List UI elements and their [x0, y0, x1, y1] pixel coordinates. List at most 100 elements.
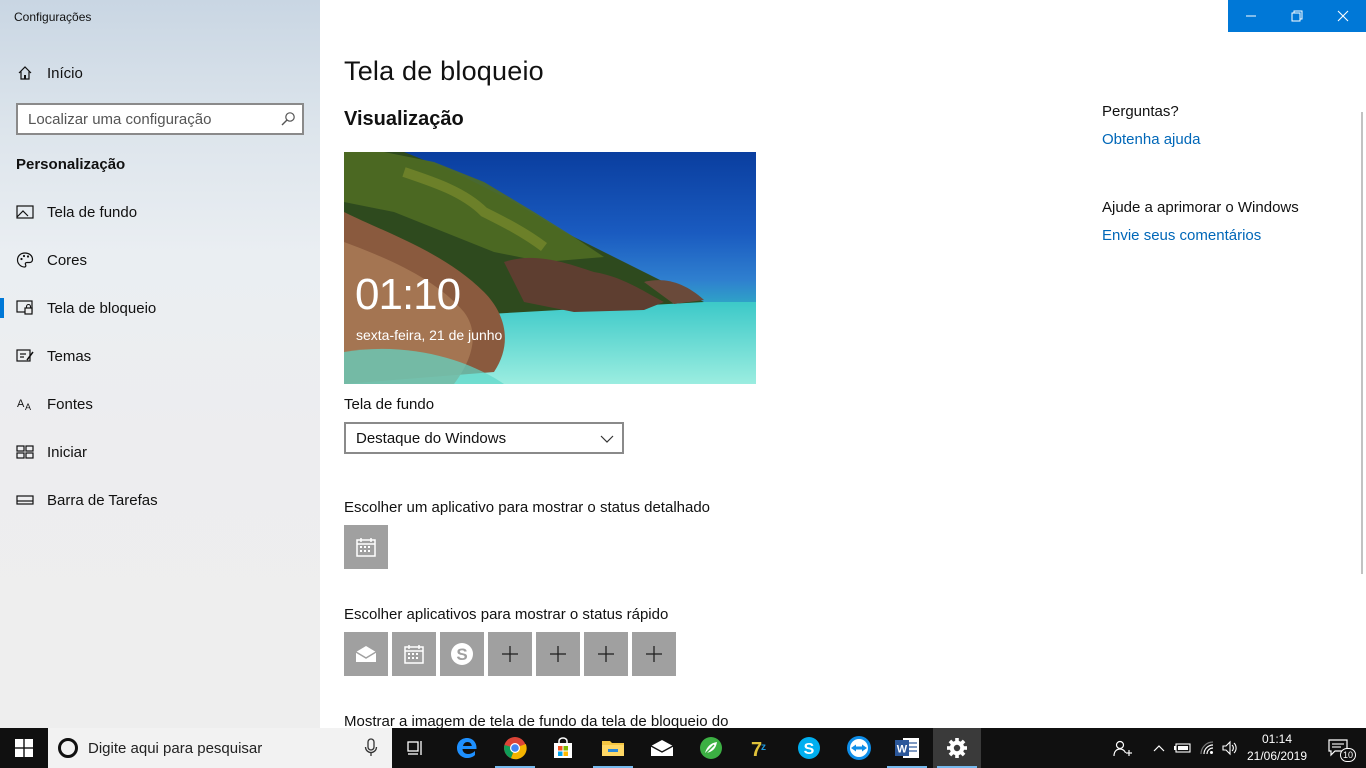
- minimize-button[interactable]: [1228, 0, 1274, 32]
- quick-status-add-button-2[interactable]: [536, 632, 580, 676]
- vertical-scrollbar[interactable]: [1361, 112, 1363, 574]
- background-label: Tela de fundo: [344, 396, 435, 413]
- svg-text:W: W: [897, 744, 908, 756]
- quick-status-skype-button[interactable]: S: [440, 632, 484, 676]
- taskbar-settings-button[interactable]: [933, 728, 981, 768]
- action-center-button[interactable]: 10: [1318, 728, 1358, 768]
- home-nav-item[interactable]: Início: [0, 58, 320, 88]
- show-hidden-icons-button[interactable]: [1148, 728, 1170, 768]
- taskbar-skype-button[interactable]: S: [785, 728, 833, 768]
- task-view-button[interactable]: [392, 728, 440, 768]
- settings-search-box[interactable]: [16, 103, 304, 135]
- speaker-icon: [1222, 740, 1237, 756]
- sidebar-item-background[interactable]: Tela de fundo: [0, 192, 320, 232]
- taskbar-mail-button[interactable]: [638, 728, 686, 768]
- taskbar-file-explorer-button[interactable]: [589, 728, 637, 768]
- picture-icon: [16, 203, 34, 221]
- sidebar-item-label: Iniciar: [47, 443, 88, 461]
- settings-search-input[interactable]: [18, 105, 276, 133]
- sidebar-item-colors[interactable]: Cores: [0, 240, 320, 280]
- restore-button[interactable]: [1274, 0, 1320, 32]
- quick-status-calendar-button[interactable]: [392, 632, 436, 676]
- zip-archive-icon: 7z: [751, 739, 766, 760]
- svg-text:A: A: [17, 398, 25, 410]
- home-icon: [16, 64, 34, 82]
- store-bag-icon: [554, 737, 572, 758]
- sidebar-item-label: Tela de bloqueio: [47, 299, 157, 317]
- detailed-status-app-button[interactable]: [344, 525, 388, 569]
- sidebar-item-lock-screen[interactable]: Tela de bloqueio: [0, 288, 320, 328]
- send-feedback-link[interactable]: Envie seus comentários: [1102, 227, 1261, 244]
- preview-clock-time: 01:10: [355, 270, 461, 319]
- quick-status-label: Escolher aplicativos para mostrar o stat…: [344, 606, 669, 623]
- taskbar-7zip-button[interactable]: 7z: [736, 728, 784, 768]
- background-dropdown[interactable]: Destaque do Windows: [344, 422, 624, 454]
- windows-logo-icon: [15, 739, 33, 757]
- palette-icon: [16, 251, 34, 269]
- preview-heading: Visualização: [344, 108, 464, 130]
- folder-icon: [602, 741, 624, 756]
- quick-status-add-button-1[interactable]: [488, 632, 532, 676]
- network-button[interactable]: [1196, 728, 1220, 768]
- preview-clock-date: sexta-feira, 21 de junho: [356, 327, 503, 343]
- volume-button[interactable]: [1218, 728, 1242, 768]
- taskbar-chrome-button[interactable]: [491, 728, 539, 768]
- quick-status-mail-button[interactable]: [344, 632, 388, 676]
- task-view-icon: [407, 741, 422, 755]
- quick-status-add-button-4[interactable]: [632, 632, 676, 676]
- skype-icon: S: [451, 643, 473, 665]
- chevron-up-icon: [1153, 745, 1165, 752]
- minimize-icon: [1246, 15, 1256, 17]
- search-icon[interactable]: [280, 111, 296, 127]
- battery-button[interactable]: [1170, 728, 1194, 768]
- taskbar-word-button[interactable]: W: [883, 728, 931, 768]
- sidebar-item-themes[interactable]: Temas: [0, 336, 320, 376]
- cortana-icon: [58, 738, 78, 758]
- taskbar-search-placeholder: Digite aqui para pesquisar: [88, 740, 263, 757]
- page-title: Tela de bloqueio: [344, 56, 544, 86]
- svg-text:S: S: [456, 645, 467, 664]
- sidebar-item-taskbar[interactable]: Barra de Tarefas: [0, 480, 320, 520]
- improve-windows-heading: Ajude a aprimorar o Windows: [1102, 199, 1299, 216]
- gear-icon: [947, 738, 967, 758]
- detailed-status-label: Escolher um aplicativo para mostrar o st…: [344, 499, 711, 516]
- taskbar-search-box[interactable]: Digite aqui para pesquisar: [48, 728, 392, 768]
- close-button[interactable]: [1320, 0, 1366, 32]
- svg-text:z: z: [761, 742, 766, 753]
- plus-icon: [550, 646, 566, 662]
- taskbar-edge-button[interactable]: [443, 728, 491, 768]
- sidebar-item-fonts[interactable]: AA Fontes: [0, 384, 320, 424]
- teamviewer-icon: [847, 736, 871, 760]
- clock-time[interactable]: 01:14: [1244, 732, 1310, 746]
- wifi-icon: [1200, 741, 1214, 755]
- taskbar-teamviewer-button[interactable]: [835, 728, 883, 768]
- people-button[interactable]: [1100, 728, 1146, 768]
- brush-icon: [16, 347, 34, 365]
- chevron-down-icon: [600, 432, 614, 446]
- microphone-icon[interactable]: [364, 738, 378, 758]
- start-grid-icon: [16, 443, 34, 461]
- svg-text:S: S: [804, 741, 815, 758]
- app-title: Configurações: [14, 10, 92, 24]
- taskbar-icon: [16, 491, 34, 509]
- mail-icon: [355, 646, 377, 662]
- taskbar-store-button[interactable]: [539, 728, 587, 768]
- plus-icon: [502, 646, 518, 662]
- lock-screen-preview-image: [344, 152, 756, 384]
- sidebar-item-start[interactable]: Iniciar: [0, 432, 320, 472]
- start-button[interactable]: [0, 728, 48, 768]
- section-heading: Personalização: [16, 156, 126, 173]
- get-help-link[interactable]: Obtenha ajuda: [1102, 131, 1200, 148]
- calendar-icon: [404, 645, 424, 664]
- sidebar-item-label: Temas: [47, 347, 92, 365]
- sidebar-item-label: Fontes: [47, 395, 93, 413]
- taskbar-evernote-button[interactable]: [687, 728, 735, 768]
- background-dropdown-value: Destaque do Windows: [356, 430, 507, 447]
- clock-date[interactable]: 21/06/2019: [1244, 749, 1310, 763]
- svg-text:A: A: [25, 402, 31, 412]
- quick-status-add-button-3[interactable]: [584, 632, 628, 676]
- battery-icon: [1174, 743, 1191, 753]
- restore-icon: [1291, 10, 1303, 22]
- font-icon: AA: [16, 395, 34, 413]
- sidebar: Configurações Início Personalização Tela…: [0, 0, 320, 728]
